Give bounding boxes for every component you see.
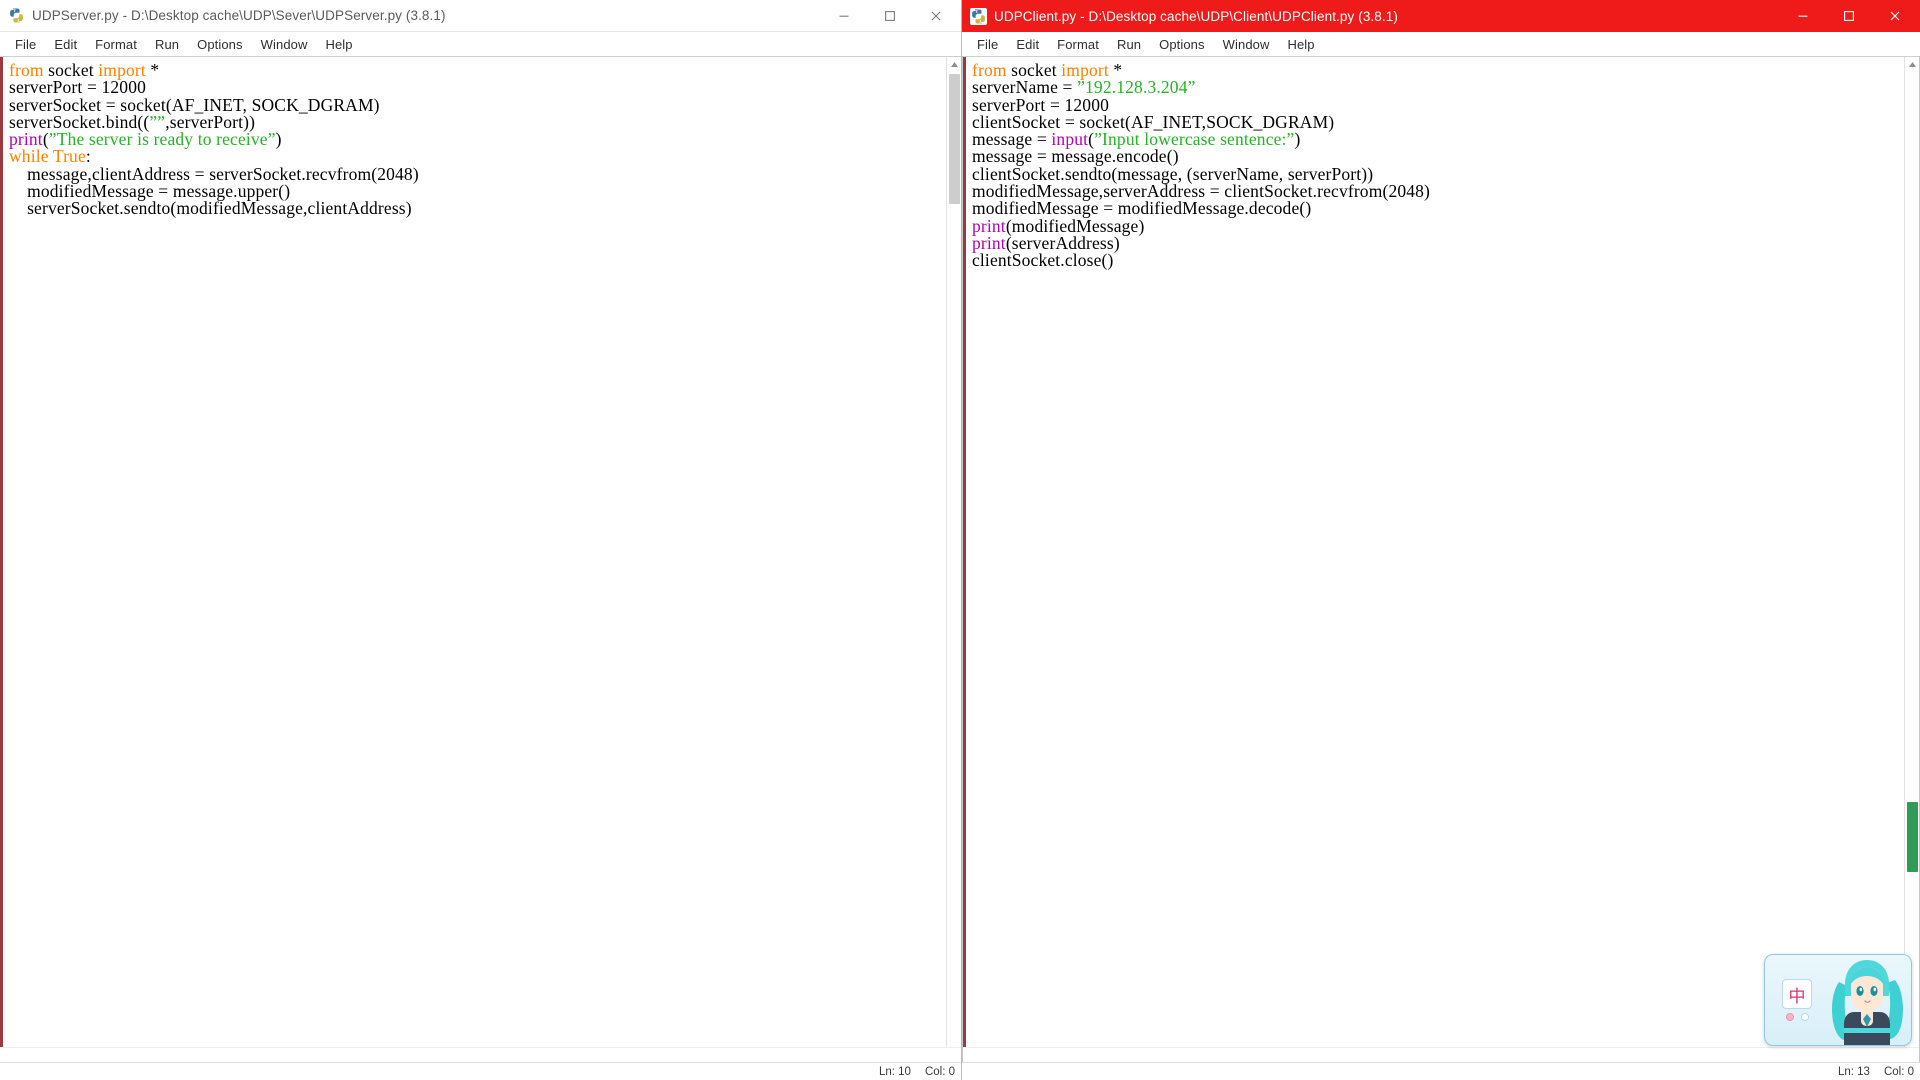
menu-item-format[interactable]: Format bbox=[86, 35, 146, 54]
code-line: serverName = ”192.128.3.204” bbox=[972, 79, 1904, 97]
python-idle-icon bbox=[8, 7, 25, 24]
titlebar-udpserver[interactable]: UDPServer.py - D:\Desktop cache\UDP\Seve… bbox=[0, 0, 961, 32]
code-token: * bbox=[145, 60, 160, 80]
code-line: print(”The server is ready to receive”) bbox=[9, 129, 946, 150]
menu-item-format[interactable]: Format bbox=[1048, 35, 1108, 54]
ime-dot-icon[interactable] bbox=[1785, 1013, 1794, 1021]
vertical-scrollbar-udpclient[interactable] bbox=[1904, 57, 1919, 1062]
menu-item-help[interactable]: Help bbox=[1278, 35, 1323, 54]
editor-area-udpserver[interactable]: from socket import * serverPort = 12000 se… bbox=[0, 56, 961, 1062]
hatsune-miku-mascot bbox=[1821, 955, 1911, 1045]
menu-item-edit[interactable]: Edit bbox=[1007, 35, 1048, 54]
menu-item-run[interactable]: Run bbox=[1108, 35, 1150, 54]
scroll-up-arrow-icon[interactable] bbox=[1905, 57, 1919, 72]
window-title-udpserver: UDPServer.py - D:\Desktop cache\UDP\Seve… bbox=[32, 8, 446, 23]
window-udpclient[interactable]: UDPClient.py - D:\Desktop cache\UDP\Clie… bbox=[962, 0, 1920, 1080]
window-controls-udpclient bbox=[1780, 0, 1918, 32]
maximize-icon[interactable] bbox=[867, 0, 913, 32]
editor-area-udpclient[interactable]: from socket import * serverName = ”192.12… bbox=[962, 56, 1920, 1062]
maximize-icon[interactable] bbox=[1826, 0, 1872, 32]
status-line-number: Ln: 13 bbox=[1837, 1065, 1870, 1078]
menu-item-options[interactable]: Options bbox=[1150, 35, 1214, 54]
titlebar-udpclient[interactable]: UDPClient.py - D:\Desktop cache\UDP\Clie… bbox=[962, 0, 1920, 32]
status-line-number: Ln: 10 bbox=[878, 1065, 911, 1078]
menu-item-options[interactable]: Options bbox=[188, 35, 252, 54]
code-editor-udpclient[interactable]: from socket import * serverName = ”192.12… bbox=[963, 57, 1904, 1062]
code-line: from socket import * bbox=[9, 60, 946, 80]
minimize-icon[interactable] bbox=[821, 0, 867, 32]
ime-dot-icon[interactable] bbox=[1800, 1013, 1809, 1021]
menu-item-run[interactable]: Run bbox=[146, 35, 188, 54]
menu-item-edit[interactable]: Edit bbox=[45, 35, 86, 54]
code-editor-udpserver[interactable]: from socket import * serverPort = 12000 se… bbox=[0, 57, 946, 1062]
menubar-udpserver[interactable]: File Edit Format Run Options Window Help bbox=[0, 32, 961, 56]
close-icon[interactable] bbox=[1872, 0, 1918, 32]
menu-item-file[interactable]: File bbox=[968, 35, 1007, 54]
minimize-icon[interactable] bbox=[1780, 0, 1826, 32]
ime-status-dots bbox=[1785, 1013, 1809, 1021]
code-token: ) bbox=[275, 129, 282, 150]
window-udpserver[interactable]: UDPServer.py - D:\Desktop cache\UDP\Seve… bbox=[0, 0, 962, 1080]
status-column-number: Col: 0 bbox=[924, 1065, 955, 1078]
window-title-udpclient: UDPClient.py - D:\Desktop cache\UDP\Clie… bbox=[994, 8, 1398, 24]
ime-mode-button[interactable]: 中 bbox=[1782, 979, 1812, 1009]
close-icon[interactable] bbox=[913, 0, 959, 32]
code-token: ) bbox=[1294, 129, 1301, 150]
code-line: clientSocket.close() bbox=[972, 250, 1904, 271]
scroll-up-arrow-icon[interactable] bbox=[947, 57, 961, 72]
menu-item-file[interactable]: File bbox=[6, 35, 45, 54]
scrollbar-thumb[interactable] bbox=[949, 74, 960, 204]
ime-mascot-widget[interactable]: 中 bbox=[1764, 954, 1912, 1046]
code-token: serverSocket.sendto(modifiedMessage,clie… bbox=[9, 198, 412, 219]
horizontal-scrollbar-udpclient[interactable] bbox=[963, 1047, 1919, 1062]
menu-item-window[interactable]: Window bbox=[1214, 35, 1279, 54]
menu-item-window[interactable]: Window bbox=[252, 35, 317, 54]
status-column-number: Col: 0 bbox=[1883, 1065, 1914, 1078]
code-line: serverSocket.sendto(modifiedMessage,clie… bbox=[9, 198, 946, 219]
statusbar-udpserver: Ln: 10 Col: 0 bbox=[0, 1062, 961, 1080]
vertical-scrollbar-udpserver[interactable] bbox=[946, 57, 961, 1062]
menu-item-help[interactable]: Help bbox=[316, 35, 361, 54]
ime-controls: 中 bbox=[1765, 979, 1821, 1021]
statusbar-udpclient: Ln: 13 Col: 0 bbox=[962, 1062, 1920, 1080]
scrollbar-thumb[interactable] bbox=[1907, 802, 1918, 872]
python-idle-icon bbox=[970, 7, 987, 25]
menubar-udpclient[interactable]: File Edit Format Run Options Window Help bbox=[962, 32, 1920, 56]
horizontal-scrollbar-udpserver[interactable] bbox=[0, 1047, 961, 1062]
code-token: clientSocket.close() bbox=[972, 250, 1114, 271]
desktop: UDPServer.py - D:\Desktop cache\UDP\Seve… bbox=[0, 0, 1920, 1080]
window-controls-udpserver bbox=[821, 0, 959, 32]
